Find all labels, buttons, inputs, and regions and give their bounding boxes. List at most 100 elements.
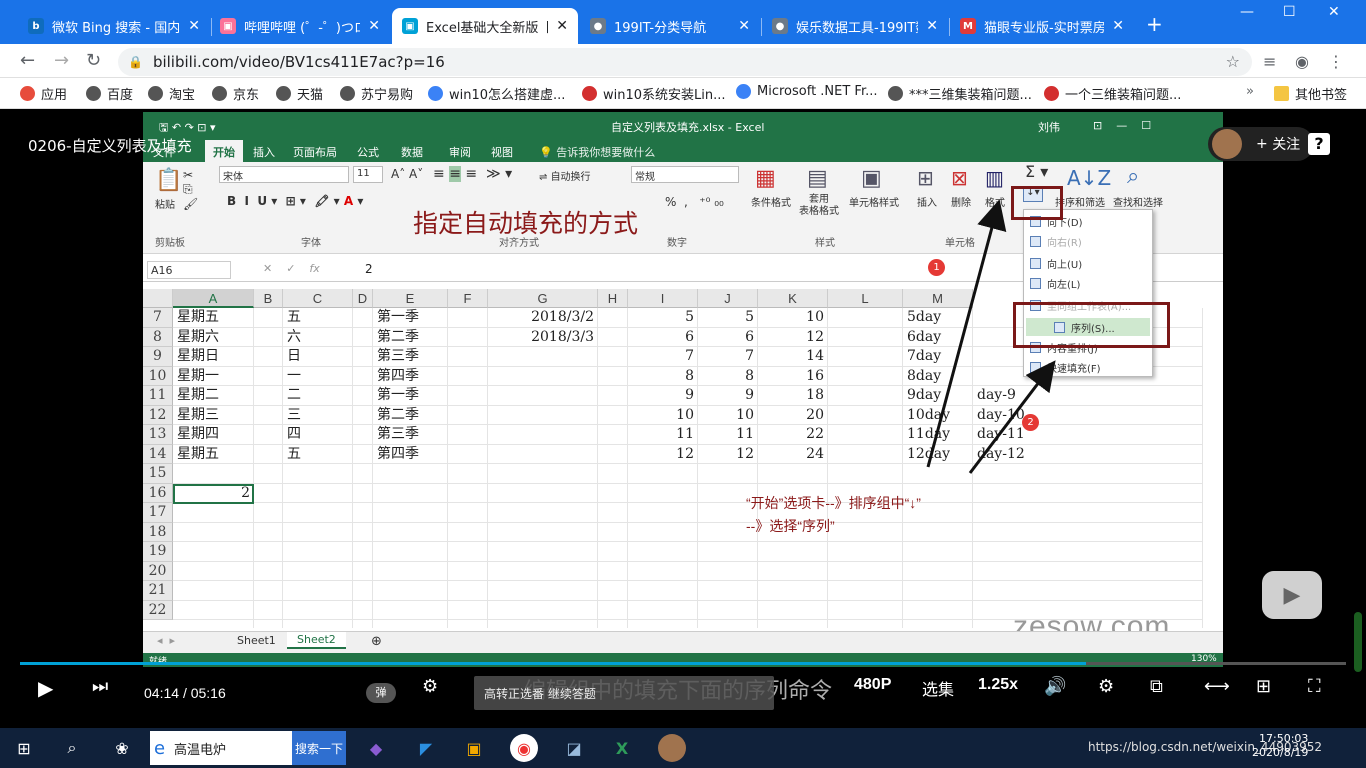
bookmarks-overflow-icon[interactable]: » xyxy=(1246,84,1254,99)
bookmark-icon xyxy=(428,86,443,101)
bookmark-item[interactable]: ***三维集装箱问题... xyxy=(888,84,1032,103)
bookmark-item[interactable]: 淘宝 xyxy=(148,84,195,103)
play-icon[interactable]: ▶ xyxy=(38,676,53,701)
search-icon[interactable]: ⌕ xyxy=(58,734,86,762)
bookmark-item[interactable]: 天猫 xyxy=(276,84,323,103)
volume-icon[interactable]: 🔊 xyxy=(1044,676,1066,697)
video-player[interactable]: 🖫 ↶ ↷ ⊡ ▾ 自定义列表及填充.xlsx - Excel 刘伟 ⊡ — ☐… xyxy=(8,109,1358,715)
notification-toast: 高转正选番 继续答题 xyxy=(474,676,774,710)
browser-tab[interactable]: b 微软 Bing 搜索 - 国内版 ✕ xyxy=(18,8,210,44)
page-scrollbar[interactable] xyxy=(1354,612,1362,672)
bookmark-icon xyxy=(736,84,751,99)
bookmark-label: ***三维集装箱问题... xyxy=(909,88,1032,103)
other-bookmarks[interactable]: 其他书签 xyxy=(1274,84,1347,103)
close-tab-icon[interactable]: ✕ xyxy=(556,18,568,34)
arrow-2 xyxy=(968,360,1056,474)
app-icon[interactable]: ▣ xyxy=(460,734,488,762)
close-tab-icon[interactable]: ✕ xyxy=(188,18,200,34)
bookmark-label: 应用 xyxy=(41,88,68,103)
new-tab-button[interactable]: + xyxy=(1146,12,1163,36)
badge-1: 1 xyxy=(928,259,945,276)
search-input[interactable]: 高温电炉 xyxy=(150,739,292,758)
windows-start-icon[interactable]: ⊞ xyxy=(10,734,38,762)
bookmark-item[interactable]: 应用 xyxy=(20,84,67,103)
danmaku-toggle[interactable]: 弹 xyxy=(366,683,396,703)
tab-title: 娱乐数据工具-199IT数 xyxy=(796,20,919,36)
bookmark-icon xyxy=(1044,86,1059,101)
visual-studio-icon[interactable]: ◆ xyxy=(362,734,390,762)
episodes-button[interactable]: 选集 xyxy=(922,676,954,700)
excel-icon[interactable]: X xyxy=(608,734,636,762)
bookmark-item[interactable]: win10系统安装Lin... xyxy=(582,84,726,103)
maximize-button[interactable]: ☐ xyxy=(1283,4,1296,20)
system-clock: 17:50:03 2020/8/19 xyxy=(1252,732,1308,760)
bookmark-item[interactable]: 苏宁易购 xyxy=(340,84,413,103)
taskbar-search[interactable]: e 高温电炉 搜索一下 xyxy=(150,731,346,765)
next-icon[interactable]: ⏭ xyxy=(92,676,108,697)
bookmark-item[interactable]: 京东 xyxy=(212,84,259,103)
tab-title: Excel基础大全新版【完 xyxy=(426,20,548,36)
user-app-icon[interactable] xyxy=(658,734,686,762)
bilibili-icon: ▣ xyxy=(220,18,236,34)
maoyan-icon: M xyxy=(960,18,976,34)
close-tab-icon[interactable]: ✕ xyxy=(368,18,380,34)
time-display: 04:14 / 05:16 xyxy=(144,685,226,701)
quality-button[interactable]: 480P xyxy=(854,676,891,694)
bookmark-label: win10系统安装Lin... xyxy=(603,88,726,103)
bookmark-item[interactable]: 一个三维装箱问题... xyxy=(1044,84,1181,103)
bookmark-item[interactable]: Microsoft .NET Fr... xyxy=(736,84,878,99)
danmaku-settings-icon[interactable]: ⚙ xyxy=(422,676,438,697)
browser-tab[interactable]: M 猫眼专业版-实时票房 ✕ xyxy=(950,8,1134,44)
duration: 05:16 xyxy=(190,685,226,701)
bookmark-icon xyxy=(20,86,35,101)
pip-icon[interactable]: ⧉ xyxy=(1150,676,1163,697)
bookmark-label: 百度 xyxy=(107,88,134,103)
fullscreen-icon[interactable]: ⛶ xyxy=(1308,676,1321,697)
back-icon[interactable]: ← xyxy=(20,50,35,71)
vscode-icon[interactable]: ◤ xyxy=(412,734,440,762)
bookmark-label: 京东 xyxy=(233,88,260,103)
address-bar[interactable]: 🔒 bilibili.com/video/BV1cs411E7ac?p=16 ☆ xyxy=(118,48,1252,76)
settings-icon[interactable]: ⚙ xyxy=(1098,676,1114,697)
forward-icon[interactable]: → xyxy=(54,50,69,71)
reload-icon[interactable]: ↻ xyxy=(86,50,101,71)
menu-icon[interactable]: ⋮ xyxy=(1328,52,1344,71)
close-tab-icon[interactable]: ✕ xyxy=(926,18,938,34)
progress-bar[interactable] xyxy=(20,662,1346,665)
bookmark-item[interactable]: 百度 xyxy=(86,84,133,103)
task-view-icon[interactable]: ❀ xyxy=(108,734,136,762)
close-tab-icon[interactable]: ✕ xyxy=(1112,18,1124,34)
browser-tab[interactable]: ● 199IT-分类导航 ✕ xyxy=(580,8,760,44)
bookmark-icon xyxy=(276,86,291,101)
toast-text: 高转正选番 继续答题 xyxy=(484,686,596,701)
browser-tab[interactable]: ▣ Excel基础大全新版【完 ✕ xyxy=(392,8,578,44)
bookmark-label: 天猫 xyxy=(297,88,324,103)
browser-tab[interactable]: ▣ 哔哩哔哩 (゜-゜)つロ 干杯 ✕ xyxy=(210,8,390,44)
speed-button[interactable]: 1.25x xyxy=(978,676,1018,694)
close-tab-icon[interactable]: ✕ xyxy=(738,18,750,34)
badge-2: 2 xyxy=(1022,414,1039,431)
chrome-icon[interactable]: ◉ xyxy=(510,734,538,762)
browser-tab[interactable]: ● 娱乐数据工具-199IT数 ✕ xyxy=(762,8,948,44)
close-window-button[interactable]: ✕ xyxy=(1328,4,1340,20)
notes-icon[interactable]: ◪ xyxy=(560,734,588,762)
minimize-button[interactable]: — xyxy=(1240,4,1254,20)
bookmark-label: 一个三维装箱问题... xyxy=(1065,88,1182,103)
lock-icon: 🔒 xyxy=(128,55,143,69)
url-text: bilibili.com/video/BV1cs411E7ac?p=16 xyxy=(152,53,445,71)
search-button[interactable]: 搜索一下 xyxy=(292,731,346,765)
folder-icon xyxy=(1274,86,1289,101)
bookmark-icon xyxy=(148,86,163,101)
globe-icon: ● xyxy=(590,18,606,34)
widescreen-icon[interactable]: ⟷ xyxy=(1204,676,1230,697)
reading-list-icon[interactable]: ≡ xyxy=(1263,52,1276,71)
annotation-text: “开始”选项卡--》排序组中“↓” --》选择“序列” xyxy=(746,492,921,538)
bookmark-label: 苏宁易购 xyxy=(361,88,414,103)
tab-title: 猫眼专业版-实时票房 xyxy=(984,20,1105,36)
account-icon[interactable]: ◉ xyxy=(1295,52,1309,71)
bookmark-item[interactable]: win10怎么搭建虚... xyxy=(428,84,565,103)
bookmark-icon xyxy=(888,86,903,101)
bookmark-star-icon[interactable]: ☆ xyxy=(1226,52,1240,71)
browser-tab-strip: + — ☐ ✕ b 微软 Bing 搜索 - 国内版 ✕ ▣ 哔哩哔哩 (゜-゜)つロ … xyxy=(0,0,1366,44)
web-fullscreen-icon[interactable]: ⊞ xyxy=(1256,676,1271,697)
